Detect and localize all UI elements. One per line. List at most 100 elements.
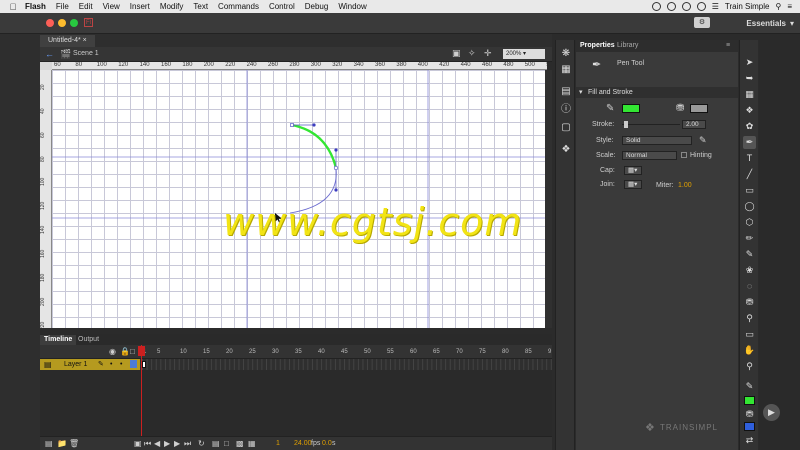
scene-name[interactable]: Scene 1 <box>73 50 99 57</box>
delete-layer-icon[interactable]: 🗑 <box>69 439 79 448</box>
sync-settings-icon[interactable]: ⚙ <box>694 17 710 28</box>
control-handle[interactable] <box>334 188 338 192</box>
visibility-dot[interactable]: • <box>110 359 112 370</box>
stroke-slider-thumb[interactable] <box>624 121 628 128</box>
frame-number[interactable]: 10 <box>180 349 187 355</box>
maximize-window-button[interactable] <box>70 19 78 27</box>
hand-tool-icon[interactable]: ✋ <box>743 344 756 357</box>
layer-row[interactable]: ▤ Layer 1 ✎ • • <box>40 359 552 370</box>
tab-output[interactable]: Output <box>74 335 103 345</box>
anchor-point[interactable] <box>290 123 294 127</box>
document-tab[interactable]: Untitled-4* × <box>40 35 95 47</box>
color-wheel-icon[interactable]: ❋ <box>560 48 572 60</box>
cap-select[interactable]: ▦▾ <box>624 166 642 175</box>
menu-edit[interactable]: Edit <box>79 2 93 11</box>
layer-color-swatch[interactable] <box>130 360 137 368</box>
frame-number[interactable]: 9 <box>548 349 551 355</box>
onion-markers-icon[interactable]: ▦ <box>248 439 256 448</box>
play-icon[interactable]: ▶ <box>164 439 170 448</box>
wifi-icon[interactable]: ☰ <box>712 2 719 11</box>
join-select[interactable]: ▦▾ <box>624 180 642 189</box>
text-tool-icon[interactable]: T <box>743 152 756 165</box>
components-icon[interactable]: ❖ <box>560 144 572 156</box>
tab-properties[interactable]: Properties <box>580 42 615 49</box>
frame-number[interactable]: 75 <box>479 349 486 355</box>
anchor-point[interactable] <box>333 165 339 171</box>
menu-file[interactable]: File <box>56 2 69 11</box>
fill-color-swatch[interactable] <box>690 104 708 113</box>
paint-bucket-tool-icon[interactable]: ⛃ <box>743 296 756 309</box>
frame-number[interactable]: 80 <box>502 349 509 355</box>
control-handle[interactable] <box>312 123 316 127</box>
info-icon[interactable]: ⓘ <box>560 104 572 116</box>
stroke-width-input[interactable]: 2.00 <box>682 120 706 129</box>
loop-icon[interactable]: ↻ <box>198 439 205 448</box>
new-layer-icon[interactable]: ▤ <box>45 439 53 448</box>
search-icon[interactable]: ⚲ <box>775 2 781 11</box>
menu-modify[interactable]: Modify <box>160 2 184 11</box>
menu-debug[interactable]: Debug <box>305 2 329 11</box>
green-stroke[interactable] <box>291 123 338 169</box>
stroke-color-chip[interactable] <box>744 396 755 405</box>
menu-flash[interactable]: Flash <box>25 2 46 11</box>
bone-tool-icon[interactable]: ◌ <box>743 280 756 293</box>
frame-number[interactable]: 45 <box>341 349 348 355</box>
menu-text[interactable]: Text <box>193 2 208 11</box>
user-name[interactable]: Train Simple <box>725 2 770 11</box>
pen-tool-icon[interactable]: ✒ <box>743 136 756 149</box>
keyframe[interactable] <box>142 361 146 368</box>
frame-number[interactable]: 85 <box>525 349 532 355</box>
frame-number[interactable]: 55 <box>387 349 394 355</box>
pencil-tool-icon[interactable]: ✏ <box>743 232 756 245</box>
panel-menu-icon[interactable]: ≡ <box>726 42 730 49</box>
align-icon[interactable]: ▤ <box>560 86 572 98</box>
menu-insert[interactable]: Insert <box>130 2 150 11</box>
stage-canvas[interactable] <box>52 70 545 328</box>
tab-library[interactable]: Library <box>617 42 638 49</box>
back-arrow-icon[interactable]: ← <box>45 49 54 59</box>
swatches-icon[interactable]: ▦ <box>560 64 572 76</box>
current-frame[interactable]: 1 <box>276 440 280 447</box>
edit-symbols-icon[interactable]: ✧ <box>468 48 476 59</box>
scale-select[interactable]: Normal <box>622 151 677 160</box>
miter-value[interactable]: 1.00 <box>678 182 692 189</box>
center-stage-icon[interactable]: ✛ <box>484 48 492 59</box>
clapper-icon[interactable]: ▣ <box>452 48 461 59</box>
eyedropper-tool-icon[interactable]: ⚲ <box>743 312 756 325</box>
frame-number[interactable]: 60 <box>410 349 417 355</box>
line-tool-icon[interactable]: ╱ <box>743 168 756 181</box>
frame-number[interactable]: 25 <box>249 349 256 355</box>
fill-color-chip[interactable] <box>744 422 755 431</box>
new-folder-icon[interactable]: 📁 <box>57 439 67 448</box>
style-select[interactable]: Solid <box>622 136 692 145</box>
frame-rate[interactable]: 24.00 <box>294 440 312 447</box>
frame-number[interactable]: 70 <box>456 349 463 355</box>
menu-control[interactable]: Control <box>269 2 295 11</box>
lock-icon[interactable]: 🔒 <box>120 347 130 356</box>
frame-cells[interactable] <box>142 359 552 370</box>
apple-icon[interactable]:  <box>6 2 20 12</box>
frame-number[interactable]: 20 <box>226 349 233 355</box>
free-transform-tool-icon[interactable]: ▦ <box>743 88 756 101</box>
first-frame-icon[interactable]: ⏮ <box>144 439 151 449</box>
brush-tool-icon[interactable]: ✎ <box>743 248 756 261</box>
prev-frame-icon[interactable]: ◀ <box>154 439 160 448</box>
tab-timeline[interactable]: Timeline <box>40 335 77 345</box>
stroke-slider-track[interactable] <box>622 124 680 125</box>
deco-tool-icon[interactable]: ❀ <box>743 264 756 277</box>
frame-number[interactable]: 35 <box>295 349 302 355</box>
next-frame-icon[interactable]: ▶ <box>174 439 180 448</box>
onion-outline-icon[interactable]: □ <box>224 439 229 448</box>
menu-view[interactable]: View <box>103 2 120 11</box>
eraser-tool-icon[interactable]: ▭ <box>743 328 756 341</box>
workspace-switcher[interactable]: Essentials ▾ <box>746 17 794 29</box>
volume-icon[interactable] <box>696 2 706 11</box>
status-icon[interactable] <box>666 2 676 11</box>
edit-stroke-style-icon[interactable]: ✎ <box>699 135 707 146</box>
frame-number[interactable]: 30 <box>272 349 279 355</box>
polystar-tool-icon[interactable]: ⬡ <box>743 216 756 229</box>
zoom-tool-icon[interactable]: ⚲ <box>743 360 756 373</box>
edit-multiple-icon[interactable]: ▩ <box>236 439 244 448</box>
close-window-button[interactable] <box>46 19 54 27</box>
frame-number[interactable]: 40 <box>318 349 325 355</box>
